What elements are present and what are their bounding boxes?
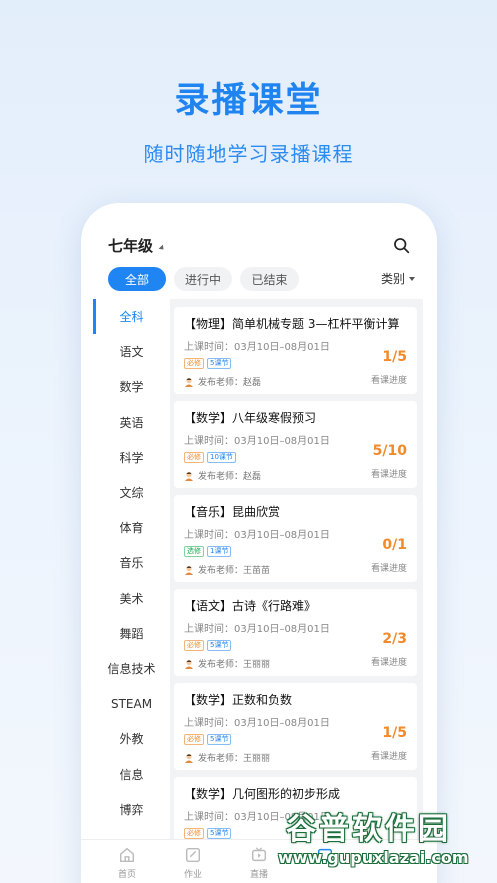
teacher-name: 发布老师：王丽丽	[198, 660, 271, 670]
subject-item[interactable]: 数学	[93, 369, 170, 404]
course-card[interactable]: 【物理】简单机械专题 3—杠杆平衡计算 上课时间：03月10日–08月01日 必…	[174, 307, 417, 394]
progress-value: 5/10	[372, 443, 407, 459]
lesson-count-tag: 5课节	[207, 640, 232, 651]
filter-all[interactable]: 全部	[108, 267, 166, 291]
watermark-logo: 谷普软件园	[286, 812, 451, 847]
tab-live-label: 直播	[249, 870, 268, 880]
course-title: 【数学】几何图形的初步形成	[184, 787, 341, 801]
subject-item[interactable]: 语文	[93, 334, 170, 369]
progress-label: 看课进度	[370, 752, 407, 762]
teacher-avatar-icon	[185, 565, 193, 575]
filter-ongoing[interactable]: 进行中	[174, 267, 232, 291]
subject-item[interactable]: 舞蹈	[93, 616, 170, 651]
course-title: 【语文】古诗《行路难》	[184, 599, 317, 613]
phone-screen: 七年级 全部 进行中 已结束 类别 全科 语文 数学 英语 科学 文综 体育 音…	[81, 203, 437, 883]
subject-item[interactable]: 文综	[93, 475, 170, 510]
hero-title: 录播课堂	[174, 81, 323, 121]
category-label: 类别	[380, 272, 405, 286]
progress-label: 看课进度	[370, 564, 407, 574]
teacher-avatar-icon	[185, 659, 193, 669]
lesson-count-tag: 5课节	[207, 828, 232, 839]
watermark-url: www.gupuxlazai.com	[278, 848, 469, 867]
progress-label: 看课进度	[370, 470, 407, 480]
teacher-name: 发布老师：赵磊	[198, 472, 262, 482]
category-dropdown[interactable]: 类别	[381, 270, 415, 287]
teacher-avatar-icon	[185, 753, 193, 763]
progress-value: 1/5	[382, 349, 407, 365]
lesson-count-tag: 10课节	[207, 452, 236, 463]
course-type-tag: 必修	[184, 828, 204, 839]
teacher-name: 发布老师：王苗苗	[198, 566, 271, 576]
progress-value: 2/3	[382, 631, 407, 647]
subject-sidebar: 全科 语文 数学 英语 科学 文综 体育 音乐 美术 舞蹈 信息技术 STEAM…	[93, 299, 170, 839]
teacher-name: 发布老师：王丽丽	[198, 754, 271, 764]
course-card[interactable]: 【数学】正数和负数 上课时间：03月10日–08月01日 必修 5课节 发布老师…	[174, 683, 417, 770]
tab-home-label: 首页	[117, 870, 136, 880]
subject-item[interactable]: 音乐	[93, 545, 170, 580]
course-type-tag: 必修	[184, 358, 204, 369]
course-card[interactable]: 【音乐】昆曲欣赏 上课时间：03月10日–08月01日 选修 1课节 发布老师：…	[174, 495, 417, 582]
subject-item[interactable]: 科学	[93, 440, 170, 475]
live-icon	[251, 847, 267, 862]
tab-homework-label: 作业	[183, 870, 202, 880]
subject-item[interactable]: 外教	[93, 721, 170, 756]
course-time: 上课时间：03月10日–08月01日	[184, 718, 330, 729]
chevron-down-icon	[409, 276, 415, 281]
subject-item[interactable]: 美术	[93, 581, 170, 616]
course-card[interactable]: 【语文】古诗《行路难》 上课时间：03月10日–08月01日 必修 5课节 发布…	[174, 589, 417, 676]
subject-item[interactable]: 体育	[93, 510, 170, 545]
subject-item[interactable]: 博弈	[93, 792, 170, 827]
course-card[interactable]: 【数学】八年级寒假预习 上课时间：03月10日–08月01日 必修 10课节 发…	[174, 401, 417, 488]
course-title: 【音乐】昆曲欣赏	[184, 505, 281, 519]
top-bar: 七年级	[108, 235, 415, 259]
course-type-tag: 必修	[184, 640, 204, 651]
lesson-count-tag: 5课节	[207, 358, 232, 369]
teacher-avatar-icon	[185, 471, 193, 481]
homework-icon	[185, 847, 201, 863]
lesson-count-tag: 1课节	[207, 546, 232, 557]
teacher-name: 发布老师：赵磊	[198, 378, 262, 388]
tab-homework[interactable]: 作业	[173, 846, 213, 880]
course-list: 【物理】简单机械专题 3—杠杆平衡计算 上课时间：03月10日–08月01日 必…	[170, 299, 423, 839]
hero-subtitle: 随时随地学习录播课程	[143, 142, 354, 166]
progress-label: 看课进度	[370, 376, 407, 386]
grade-label: 七年级	[108, 237, 154, 255]
teacher-avatar-icon	[185, 377, 193, 387]
subject-item[interactable]: 英语	[93, 405, 170, 440]
subject-item[interactable]: STEAM	[93, 686, 170, 721]
course-time: 上课时间：03月10日–08月01日	[184, 342, 330, 353]
subject-item[interactable]: 全科	[93, 299, 170, 335]
grade-selector[interactable]: 七年级	[108, 235, 166, 256]
lesson-count-tag: 5课节	[207, 734, 232, 745]
progress-label: 看课进度	[370, 658, 407, 668]
watermark: 谷普软件园 www.gupuxlazai.com	[272, 804, 492, 876]
course-title: 【数学】八年级寒假预习	[184, 411, 317, 425]
course-type-tag: 选修	[184, 546, 204, 557]
search-icon[interactable]	[393, 237, 410, 254]
filter-ended[interactable]: 已结束	[240, 267, 299, 291]
subject-item[interactable]: 信息	[93, 756, 170, 791]
course-type-tag: 必修	[184, 734, 204, 745]
course-time: 上课时间：03月10日–08月01日	[184, 624, 330, 635]
caret-down-icon	[158, 244, 166, 252]
subject-item[interactable]: 信息技术	[93, 651, 170, 686]
home-icon	[119, 847, 135, 863]
course-time: 上课时间：03月10日–08月01日	[184, 530, 330, 541]
tab-home[interactable]: 首页	[107, 846, 147, 880]
course-type-tag: 必修	[184, 452, 204, 463]
course-title: 【数学】正数和负数	[184, 693, 293, 707]
filter-bar: 全部 进行中 已结束 类别	[108, 267, 415, 291]
course-title: 【物理】简单机械专题 3—杠杆平衡计算	[184, 317, 400, 331]
progress-value: 0/1	[382, 537, 407, 553]
progress-value: 1/5	[382, 725, 407, 741]
